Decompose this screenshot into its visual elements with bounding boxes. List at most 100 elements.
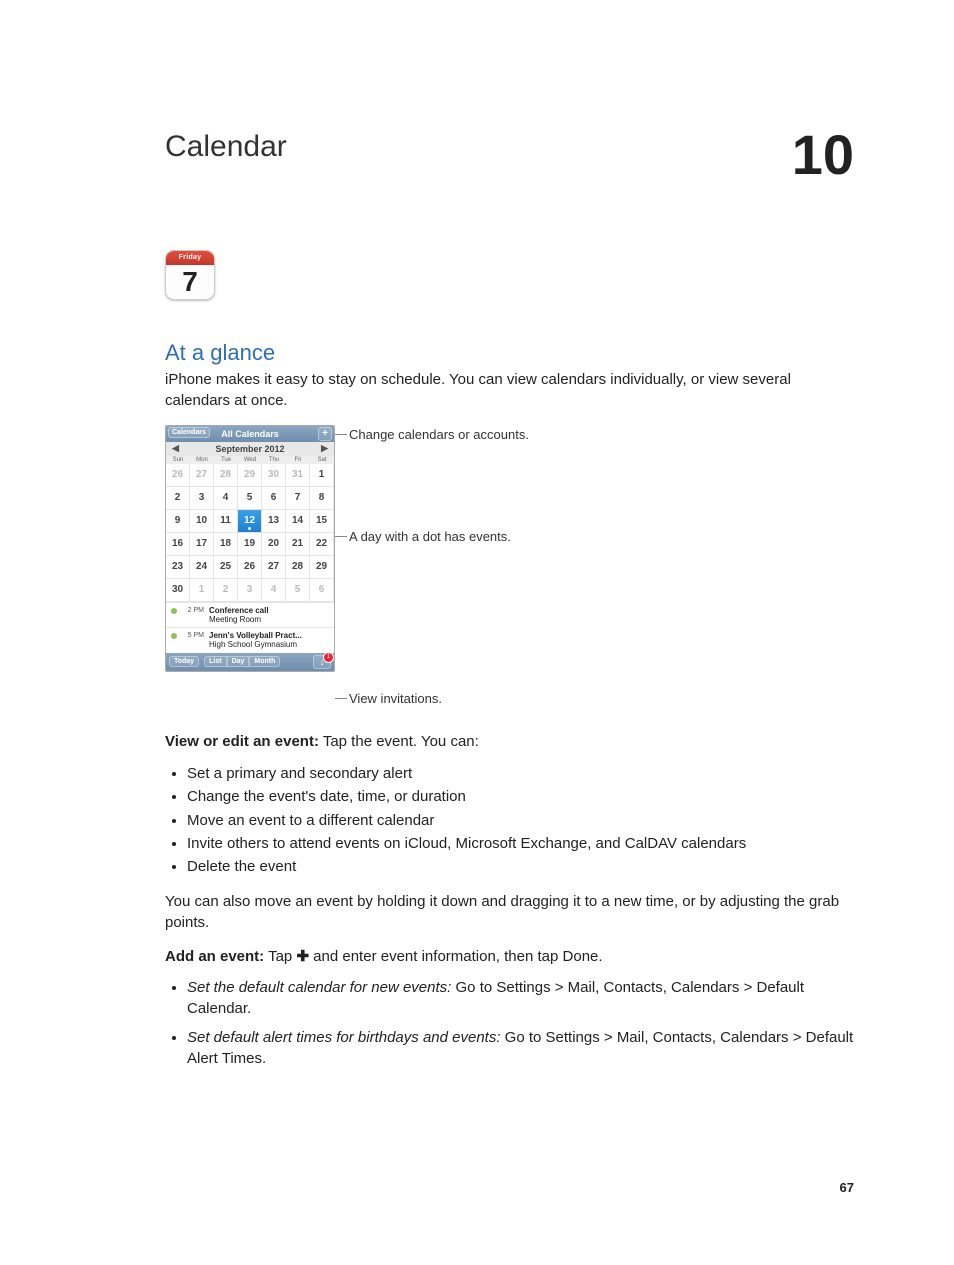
list-view-button[interactable]: List	[204, 656, 226, 667]
calendar-app-icon-weekday: Friday	[166, 251, 214, 265]
invitations-badge: 1	[323, 652, 334, 663]
chapter-header: Calendar 10	[165, 130, 854, 180]
event-time: 2 PM	[182, 606, 204, 614]
event-dot-icon	[171, 608, 177, 614]
calendar-screenshot: Calendars All Calendars + ◀ September 20…	[165, 425, 335, 672]
day-cell[interactable]: 11	[214, 510, 238, 533]
list-item: Invite others to attend events on iCloud…	[187, 832, 854, 855]
add-event-bold: Add an event:	[165, 948, 264, 965]
calendars-back-button[interactable]: Calendars	[168, 427, 210, 438]
day-cell[interactable]: 16	[166, 533, 190, 556]
day-cell[interactable]: 30	[166, 579, 190, 602]
day-cell[interactable]: 30	[262, 464, 286, 487]
event-list: 2 PMConference callMeeting Room 5 PM Jenn'…	[166, 602, 334, 653]
settings-bullets: Set the default calendar for new events:…	[165, 977, 854, 1069]
day-cell[interactable]: 8	[310, 487, 334, 510]
day-cell[interactable]: 29	[238, 464, 262, 487]
day-cell[interactable]: 15	[310, 510, 334, 533]
calendar-app-icon: Friday 7	[165, 250, 215, 300]
list-item: Set the default calendar for new events:…	[187, 977, 854, 1019]
day-cell[interactable]: 5	[286, 579, 310, 602]
list-item: Set default alert times for birthdays an…	[187, 1027, 854, 1069]
prev-month-icon[interactable]: ◀	[172, 443, 179, 454]
callout-view-invitations: View invitations.	[349, 691, 442, 708]
day-cell[interactable]: 12	[238, 510, 262, 533]
day-cell[interactable]: 2	[166, 487, 190, 510]
dow-label: Wed	[238, 456, 262, 464]
day-cell[interactable]: 7	[286, 487, 310, 510]
day-cell[interactable]: 28	[286, 556, 310, 579]
list-item: Change the event's date, time, or durati…	[187, 785, 854, 808]
event-time: 5 PM	[182, 631, 204, 639]
add-event-pre: Tap	[264, 948, 296, 965]
day-cell[interactable]: 6	[262, 487, 286, 510]
day-cell[interactable]: 1	[190, 579, 214, 602]
day-cell[interactable]: 20	[262, 533, 286, 556]
month-grid: 2627282930311234567891011121314151617181…	[166, 464, 334, 602]
add-event-button[interactable]: +	[318, 427, 332, 441]
figure-row: Calendars All Calendars + ◀ September 20…	[165, 425, 854, 710]
view-edit-lead: View or edit an event: Tap the event. Yo…	[165, 732, 854, 752]
day-cell[interactable]: 2	[214, 579, 238, 602]
chapter-number: 10	[792, 130, 854, 180]
list-item: Move an event to a different calendar	[187, 809, 854, 832]
today-button[interactable]: Today	[169, 656, 199, 667]
month-view-button[interactable]: Month	[249, 656, 280, 667]
plus-icon: ✚	[296, 948, 309, 965]
month-row: ◀ September 2012 ▶	[166, 442, 334, 456]
callout-change-calendars: Change calendars or accounts.	[349, 427, 529, 444]
event-dot-icon	[171, 633, 177, 639]
day-cell[interactable]: 18	[214, 533, 238, 556]
day-cell[interactable]: 19	[238, 533, 262, 556]
day-cell[interactable]: 4	[262, 579, 286, 602]
day-cell[interactable]: 22	[310, 533, 334, 556]
day-cell[interactable]: 17	[190, 533, 214, 556]
day-cell[interactable]: 24	[190, 556, 214, 579]
list-item-em: Set default alert times for birthdays an…	[187, 1029, 501, 1046]
day-cell[interactable]: 6	[310, 579, 334, 602]
invitations-tray-icon[interactable]: ↓ 1	[313, 655, 331, 669]
calendar-topbar: Calendars All Calendars +	[166, 426, 334, 442]
day-cell[interactable]: 13	[262, 510, 286, 533]
dow-label: Sun	[166, 456, 190, 464]
add-event-lead: Add an event: Tap ✚ and enter event info…	[165, 947, 854, 967]
day-cell[interactable]: 21	[286, 533, 310, 556]
day-cell[interactable]: 1	[310, 464, 334, 487]
page-number: 67	[840, 1180, 854, 1195]
day-cell[interactable]: 26	[238, 556, 262, 579]
day-cell[interactable]: 5	[238, 487, 262, 510]
day-cell[interactable]: 3	[190, 487, 214, 510]
day-cell[interactable]: 28	[214, 464, 238, 487]
day-cell[interactable]: 29	[310, 556, 334, 579]
day-cell[interactable]: 3	[238, 579, 262, 602]
event-text: Jenn's Volleyball Pract...High School Gy…	[209, 631, 302, 649]
day-cell[interactable]: 4	[214, 487, 238, 510]
dow-label: Mon	[190, 456, 214, 464]
figure-callouts: Change calendars or accounts. A day with…	[349, 425, 529, 710]
calendar-bottombar: Today List Day Month ↓ 1	[166, 653, 334, 671]
drag-note: You can also move an event by holding it…	[165, 892, 854, 933]
dow-label: Thu	[262, 456, 286, 464]
day-cell[interactable]: 27	[262, 556, 286, 579]
list-item: Set a primary and secondary alert	[187, 762, 854, 785]
dow-label: Fri	[286, 456, 310, 464]
day-cell[interactable]: 23	[166, 556, 190, 579]
day-view-button[interactable]: Day	[227, 656, 250, 667]
day-cell[interactable]: 26	[166, 464, 190, 487]
list-item-em: Set the default calendar for new events:	[187, 979, 451, 996]
event-row[interactable]: 2 PMConference callMeeting Room	[166, 602, 334, 627]
day-cell[interactable]: 27	[190, 464, 214, 487]
day-cell[interactable]: 31	[286, 464, 310, 487]
next-month-icon[interactable]: ▶	[321, 443, 328, 454]
calendar-app-icon-day: 7	[166, 265, 214, 299]
month-label: September 2012	[215, 444, 284, 454]
day-cell[interactable]: 25	[214, 556, 238, 579]
day-cell[interactable]: 9	[166, 510, 190, 533]
dow-label: Tue	[214, 456, 238, 464]
list-item: Delete the event	[187, 855, 854, 878]
day-cell[interactable]: 14	[286, 510, 310, 533]
day-cell[interactable]: 10	[190, 510, 214, 533]
event-row[interactable]: 5 PM Jenn's Volleyball Pract...High Schoo…	[166, 627, 334, 652]
view-edit-bold: View or edit an event:	[165, 733, 319, 750]
section-title: At a glance	[165, 340, 854, 366]
